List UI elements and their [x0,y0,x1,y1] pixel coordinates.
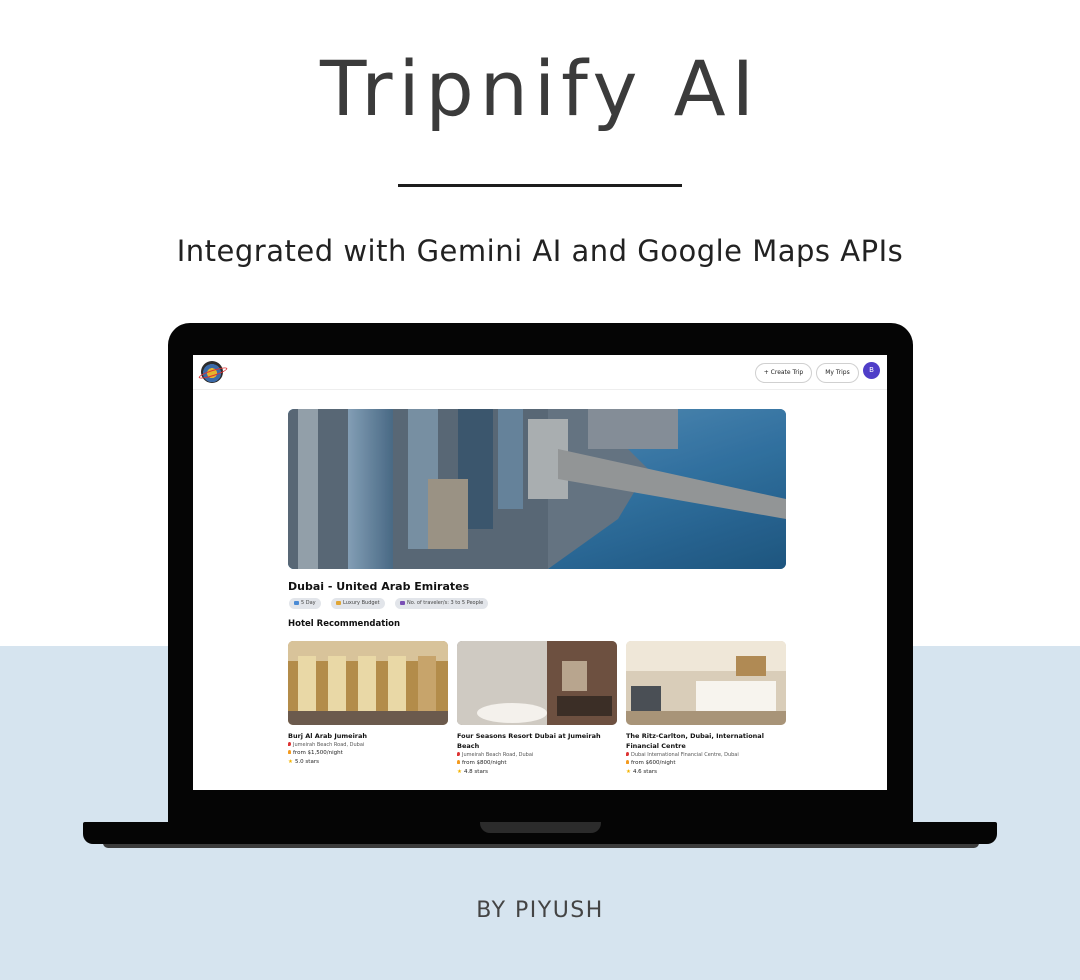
destination-title: Dubai - United Arab Emirates [288,580,470,593]
hotel-address-text: Jumeirah Beach Road, Dubai [462,752,534,758]
hotel-address-text: Dubai International Financial Centre, Du… [631,752,739,758]
hotel-address-text: Jumeirah Beach Road, Dubai [293,742,365,748]
people-icon [400,601,405,605]
create-trip-button[interactable]: + Create Trip [755,363,812,383]
budget-chip: Luxury Budget [331,598,385,609]
hotel-price-text: from $600/night [631,760,676,766]
pin-icon [457,752,460,756]
hotel-image [626,641,786,725]
hotel-image [457,641,617,725]
poster-subtitle: Integrated with Gemini AI and Google Map… [176,234,904,268]
hotel-card[interactable]: The Ritz-Carlton, Dubai, International F… [626,641,786,777]
pin-icon [626,752,629,756]
hotel-name: Four Seasons Resort Dubai at Jumeirah Be… [457,732,601,750]
travelers-chip: No. of traveler/s: 3 to 5 People [395,598,489,609]
my-trips-button[interactable]: My Trips [816,363,859,383]
hotel-rating-text: 4.8 stars [463,769,488,775]
hotel-price: from $600/night [626,759,786,768]
hotel-rating: ★ 4.6 stars [626,768,786,777]
hotel-price-text: from $800/night [462,760,507,766]
hotel-name: The Ritz-Carlton, Dubai, International F… [626,732,764,750]
avatar[interactable]: B [863,362,880,379]
hotel-section-title: Hotel Recommendation [288,619,401,629]
app-header: + Create Trip My Trips B [193,355,887,390]
calendar-icon [294,601,299,605]
globe-logo-icon[interactable] [201,361,223,383]
money-bag-icon [336,601,341,605]
budget-chip-label: Luxury Budget [343,600,380,606]
hotel-address: Jumeirah Beach Road, Dubai [457,751,617,759]
hotel-card[interactable]: Four Seasons Resort Dubai at Jumeirah Be… [457,641,617,777]
hotel-price: from $1,500/night [288,749,448,758]
hotel-rating: ★ 5.0 stars [288,758,448,767]
travelers-chip-label: No. of traveler/s: 3 to 5 People [407,600,484,606]
poster-title: Tripnify AI [319,44,761,133]
hotel-room-illustration [626,641,786,725]
star-icon: ★ [288,759,293,765]
byline: BY PIYUSH [476,898,604,923]
city-skyline-illustration [288,409,786,569]
money-icon [288,750,291,754]
hotel-address: Dubai International Financial Centre, Du… [626,751,786,759]
days-chip: 5 Day [289,598,321,609]
days-chip-label: 5 Day [301,600,316,606]
star-icon: ★ [457,769,462,775]
hotel-rating: ★ 4.8 stars [457,768,617,777]
hotel-address: Jumeirah Beach Road, Dubai [288,741,448,749]
money-icon [457,760,460,764]
money-icon [626,760,629,764]
hotel-card[interactable]: Burj Al Arab Jumeirah Jumeirah Beach Roa… [288,641,448,767]
hotel-name: Burj Al Arab Jumeirah [288,732,368,740]
star-icon: ★ [626,769,631,775]
hotel-image [288,641,448,725]
hotel-price: from $800/night [457,759,617,768]
destination-hero-image [288,409,786,569]
hotel-rating-text: 4.6 stars [632,769,657,775]
title-divider [398,184,682,187]
hotel-bathroom-illustration [457,641,617,725]
hotel-price-text: from $1,500/night [293,750,343,756]
laptop-screen: + Create Trip My Trips B Dubai - United … [193,355,887,790]
hotel-rating-text: 5.0 stars [294,759,319,765]
hotel-lobby-illustration [288,641,448,725]
pin-icon [288,742,291,746]
laptop-notch [480,822,601,833]
